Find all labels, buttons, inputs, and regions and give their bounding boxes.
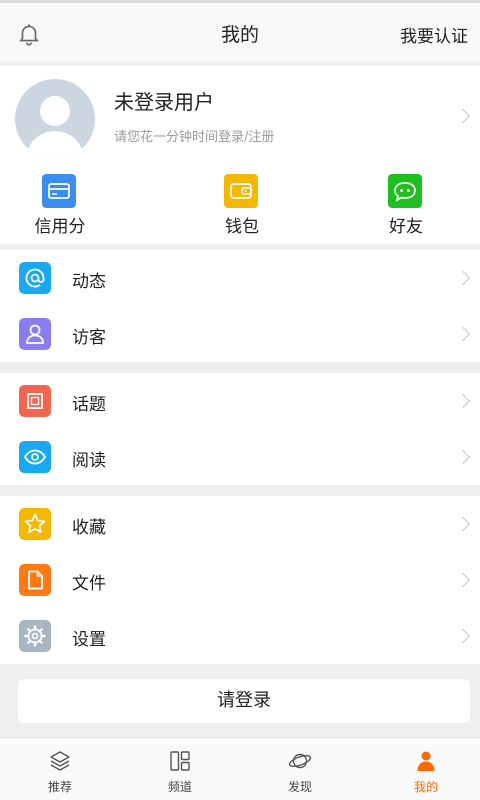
login-button[interactable]: 请登录 <box>18 679 470 723</box>
login-hint: 请您花一分钟时间登录/注册 <box>114 130 275 145</box>
chevron-right-icon <box>455 108 471 124</box>
menu-item-label: 话题 <box>72 395 106 415</box>
chevron-right-icon <box>455 628 471 644</box>
menu-item-label: 收藏 <box>72 518 106 538</box>
quick-action-credit[interactable]: 信用分 <box>0 174 120 237</box>
menu-group: 动态 访客 <box>0 250 480 362</box>
tab-recommend[interactable]: 推荐 <box>0 738 120 800</box>
avatar[interactable] <box>15 79 95 159</box>
certify-button[interactable]: 我要认证 <box>400 22 468 47</box>
bottom-tab-bar: 推荐 频道 发现 我的 <box>0 737 480 800</box>
menu-item-settings[interactable]: 设置 <box>0 608 480 664</box>
wallet-icon <box>224 174 258 208</box>
tab-channels[interactable]: 频道 <box>120 738 240 800</box>
menu-item-label: 设置 <box>72 630 106 650</box>
layers-icon <box>50 751 70 771</box>
profile-header[interactable]: 未登录用户 请您花一分钟时间登录/注册 <box>0 66 480 166</box>
chevron-right-icon <box>455 270 471 286</box>
chevron-right-icon <box>455 326 471 342</box>
chevron-right-icon <box>455 516 471 532</box>
friends-chat-icon <box>388 174 422 208</box>
tab-mine[interactable]: 我的 <box>366 738 480 800</box>
planet-icon <box>288 753 312 769</box>
channels-icon <box>170 751 190 771</box>
at-icon <box>19 262 51 294</box>
menu-item-reading[interactable]: 阅读 <box>0 429 480 485</box>
tab-label: 频道 <box>167 780 192 794</box>
menu-item-visitors[interactable]: 访客 <box>0 306 480 362</box>
quick-action-label: 钱包 <box>225 217 259 237</box>
tab-label: 发现 <box>287 780 312 794</box>
menu-item-files[interactable]: 文件 <box>0 552 480 608</box>
tab-label: 推荐 <box>47 780 72 794</box>
topic-icon <box>19 385 51 417</box>
default-avatar-icon <box>27 96 83 159</box>
chevron-right-icon <box>455 393 471 409</box>
quick-action-label: 好友 <box>389 217 423 237</box>
tab-discover[interactable]: 发现 <box>240 738 360 800</box>
chevron-right-icon <box>455 449 471 465</box>
menu-item-favorites[interactable]: 收藏 <box>0 496 480 552</box>
username: 未登录用户 <box>114 90 214 114</box>
menu-item-topics[interactable]: 话题 <box>0 373 480 429</box>
profile-card: 未登录用户 请您花一分钟时间登录/注册 信用分 钱包 好友 <box>0 66 480 244</box>
quick-action-friends[interactable]: 好友 <box>346 174 466 237</box>
menu-item-label: 阅读 <box>72 451 106 471</box>
menu-item-label: 访客 <box>72 328 106 348</box>
menu-item-label: 文件 <box>72 574 106 594</box>
quick-action-label: 信用分 <box>34 217 86 237</box>
file-icon <box>19 564 51 596</box>
top-bar: 我的 我要认证 <box>0 0 480 62</box>
tab-label: 我的 <box>413 780 438 794</box>
credit-card-icon <box>42 174 76 208</box>
menu-group: 话题 阅读 <box>0 373 480 485</box>
menu-group: 收藏 文件 设置 <box>0 496 480 664</box>
quick-action-wallet[interactable]: 钱包 <box>182 174 302 237</box>
gear-icon <box>19 620 51 652</box>
person-icon <box>417 751 435 771</box>
menu-item-feed[interactable]: 动态 <box>0 250 480 306</box>
visitor-icon <box>19 318 51 350</box>
chevron-right-icon <box>455 572 471 588</box>
menu-item-label: 动态 <box>72 272 106 292</box>
eye-icon <box>19 441 51 473</box>
star-icon <box>19 508 51 540</box>
